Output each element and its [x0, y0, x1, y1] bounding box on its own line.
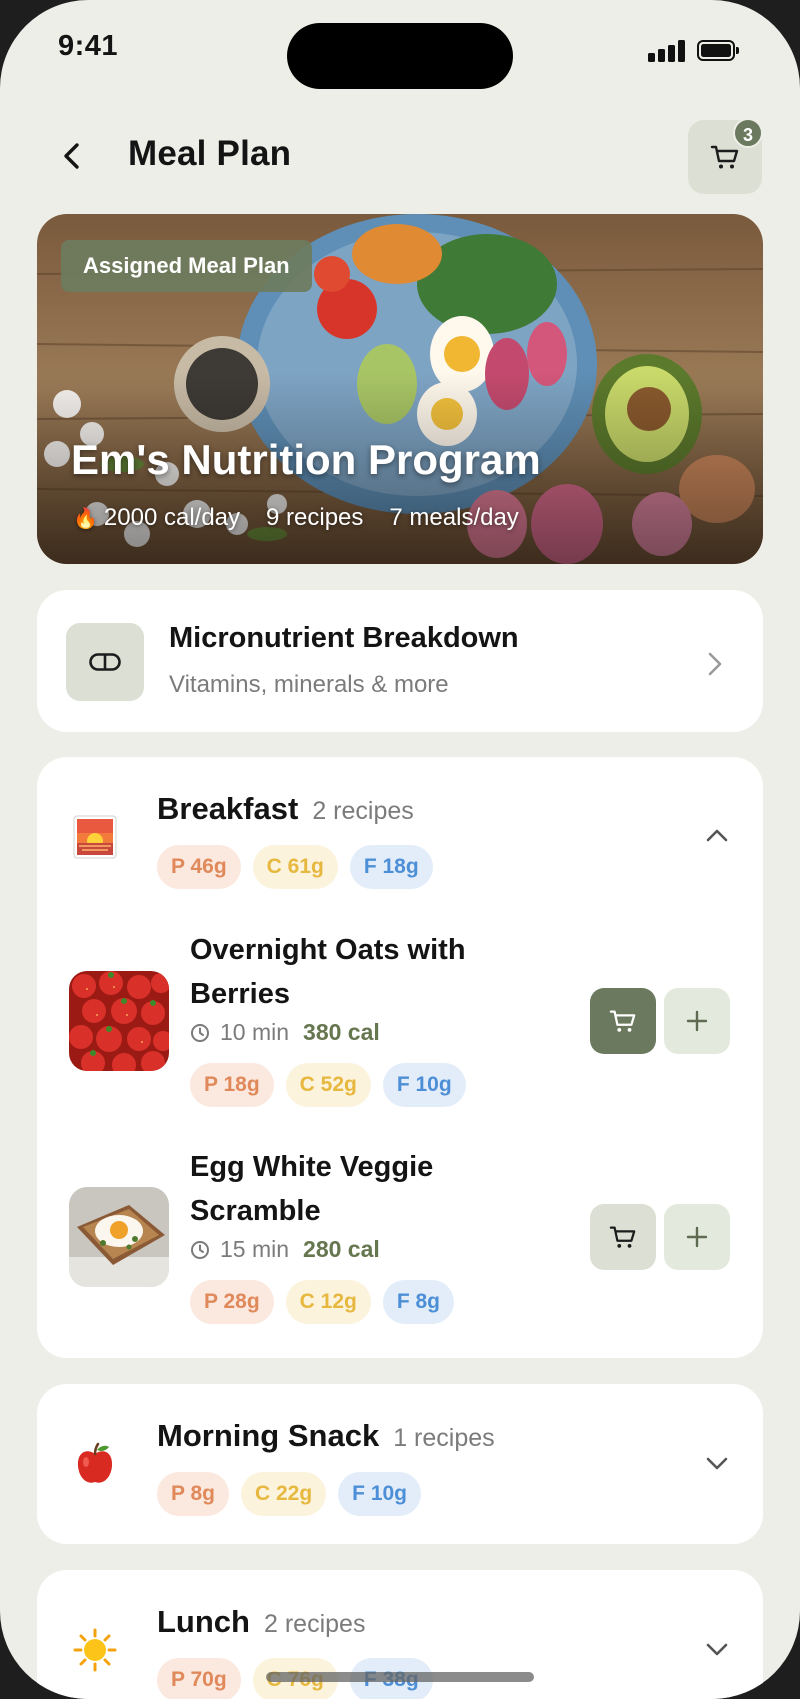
- meal-macros: P 46g C 61g F 18g: [157, 845, 433, 889]
- cart-icon: [710, 145, 739, 169]
- recipe-time: 15 min: [220, 1236, 290, 1262]
- recipe-meta: 15 min 280 cal: [190, 1236, 380, 1263]
- chevron-left-icon: [64, 143, 79, 169]
- meal-card-morning-snack[interactable]: Morning Snack 1 recipes P 8g C 22g F 10g: [37, 1384, 763, 1544]
- carbs-chip: C 52g: [285, 1063, 371, 1107]
- carbs-chip: C 61g: [252, 845, 338, 889]
- micronutrient-subtitle: Vitamins, minerals & more: [169, 671, 449, 698]
- meal-title: Morning Snack: [157, 1418, 380, 1453]
- capsule-icon: [66, 623, 144, 701]
- meal-card-breakfast: Breakfast 2 recipes P 46g C 61g F 18g Ov…: [37, 757, 763, 1358]
- add-to-cart-button[interactable]: [590, 988, 656, 1054]
- add-to-cart-button[interactable]: [590, 1204, 656, 1270]
- fat-chip: F 8g: [382, 1280, 455, 1324]
- plan-meta: 🔥 2000 cal/day 9 recipes 7 meals/day: [73, 504, 519, 532]
- recipe-name[interactable]: Egg White Veggie Scramble: [190, 1145, 520, 1233]
- add-recipe-button[interactable]: [664, 1204, 730, 1270]
- recipe-name[interactable]: Overnight Oats with Berries: [190, 928, 520, 1016]
- sunrise-icon: [73, 815, 117, 859]
- recipe-macros: P 28g C 12g F 8g: [190, 1280, 455, 1324]
- carbs-chip: C 22g: [240, 1472, 327, 1516]
- chevron-down-icon[interactable]: [705, 1456, 729, 1472]
- sun-icon: [73, 1628, 117, 1672]
- battery-icon: [697, 40, 739, 61]
- cart-icon: [609, 1010, 636, 1032]
- recipe-time: 10 min: [220, 1019, 290, 1045]
- protein-chip: P 46g: [157, 845, 241, 889]
- calories-meta: 🔥 2000 cal/day: [73, 504, 240, 532]
- add-recipe-button[interactable]: [664, 988, 730, 1054]
- cart-icon: [609, 1226, 636, 1248]
- phone-frame: 9:41 Meal Plan 3 Assigned Meal Plan Em's…: [0, 0, 800, 1699]
- page-title: Meal Plan: [128, 134, 292, 173]
- plus-icon: [686, 1010, 708, 1032]
- meal-macros: P 8g C 22g F 10g: [157, 1472, 422, 1516]
- flame-icon: 🔥: [73, 508, 98, 530]
- egg-toast-image: [69, 1187, 169, 1287]
- meal-header-lunch: Lunch 2 recipes: [157, 1604, 365, 1640]
- protein-chip: P 8g: [157, 1472, 229, 1516]
- micronutrient-card[interactable]: Micronutrient Breakdown Vitamins, minera…: [37, 590, 763, 732]
- protein-chip: P 70g: [157, 1658, 241, 1699]
- micronutrient-title: Micronutrient Breakdown: [169, 622, 519, 654]
- recipe-meta: 10 min 380 cal: [190, 1019, 380, 1046]
- signal-icon: [648, 40, 685, 62]
- clock-icon: [191, 1023, 209, 1042]
- protein-chip: P 18g: [190, 1063, 274, 1107]
- dynamic-island: [287, 23, 513, 89]
- recipe-macros: P 18g C 52g F 10g: [190, 1063, 466, 1107]
- meal-title: Lunch: [157, 1604, 250, 1639]
- meal-plan-hero[interactable]: Assigned Meal Plan Em's Nutrition Progra…: [37, 214, 763, 564]
- meal-recipe-count: 2 recipes: [264, 1610, 366, 1638]
- plus-icon: [686, 1226, 708, 1248]
- status-time: 9:41: [58, 30, 119, 62]
- screen: 9:41 Meal Plan 3 Assigned Meal Plan Em's…: [0, 0, 800, 1699]
- meal-header-breakfast[interactable]: Breakfast 2 recipes: [157, 791, 414, 827]
- meals-meta: 7 meals/day: [389, 504, 519, 531]
- meal-title: Breakfast: [157, 791, 299, 826]
- chevron-right-icon: [708, 652, 722, 676]
- meal-recipe-count: 2 recipes: [312, 797, 414, 825]
- fat-chip: F 10g: [382, 1063, 466, 1107]
- strawberries-image: [69, 971, 169, 1071]
- recipes-meta: 9 recipes: [266, 504, 364, 531]
- calories-text: 2000 cal/day: [103, 504, 241, 531]
- apple-icon: [73, 1442, 117, 1486]
- meal-header-morning-snack: Morning Snack 1 recipes: [157, 1418, 495, 1454]
- recipe-calories: 380 cal: [303, 1019, 380, 1045]
- chevron-up-icon[interactable]: [705, 827, 729, 843]
- recipe-calories: 280 cal: [303, 1236, 380, 1262]
- plan-title: Em's Nutrition Program: [71, 436, 541, 483]
- protein-chip: P 28g: [190, 1280, 274, 1324]
- clock-icon: [191, 1240, 209, 1259]
- fat-chip: F 18g: [349, 845, 433, 889]
- fat-chip: F 10g: [338, 1472, 422, 1516]
- cart-count-badge: 3: [733, 118, 763, 148]
- back-button[interactable]: [52, 136, 92, 176]
- meal-recipe-count: 1 recipes: [393, 1424, 495, 1452]
- assigned-plan-badge: Assigned Meal Plan: [61, 240, 312, 292]
- carbs-chip: C 12g: [285, 1280, 371, 1324]
- chevron-down-icon[interactable]: [705, 1642, 729, 1658]
- home-indicator[interactable]: [266, 1672, 534, 1682]
